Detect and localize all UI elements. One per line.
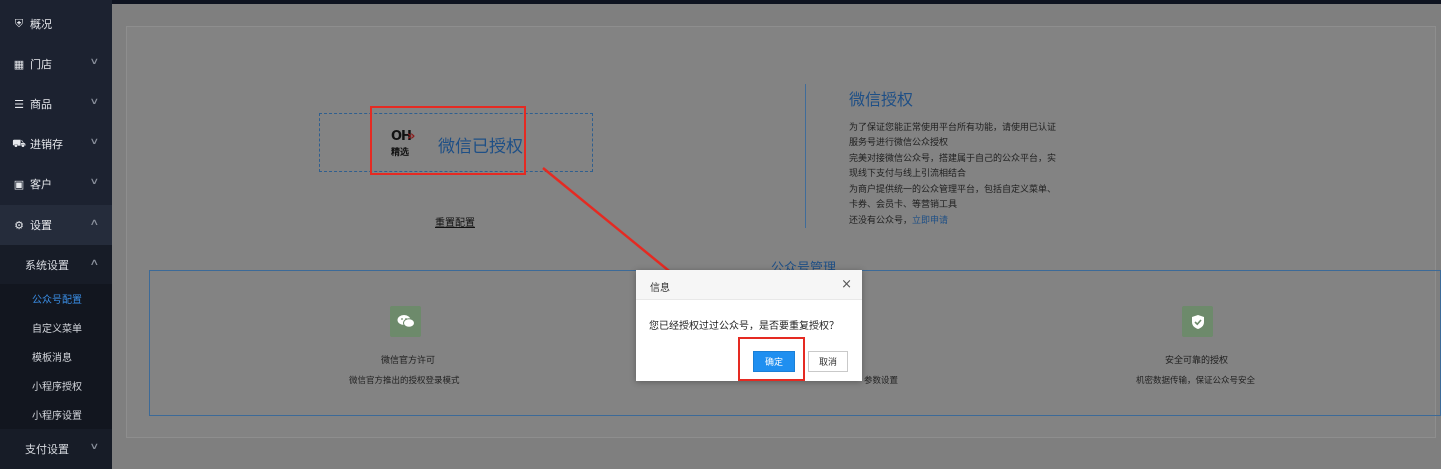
close-icon[interactable]: × bbox=[841, 277, 852, 292]
annotation-arrow bbox=[542, 167, 720, 313]
annotation-highlight bbox=[738, 337, 805, 381]
cancel-button[interactable]: 取消 bbox=[808, 351, 848, 372]
dialog-message: 您已经授权过过公众号，是否要重复授权？ bbox=[649, 321, 839, 332]
dialog-header: 信息 × bbox=[636, 270, 862, 300]
dialog-title: 信息 bbox=[650, 283, 670, 294]
